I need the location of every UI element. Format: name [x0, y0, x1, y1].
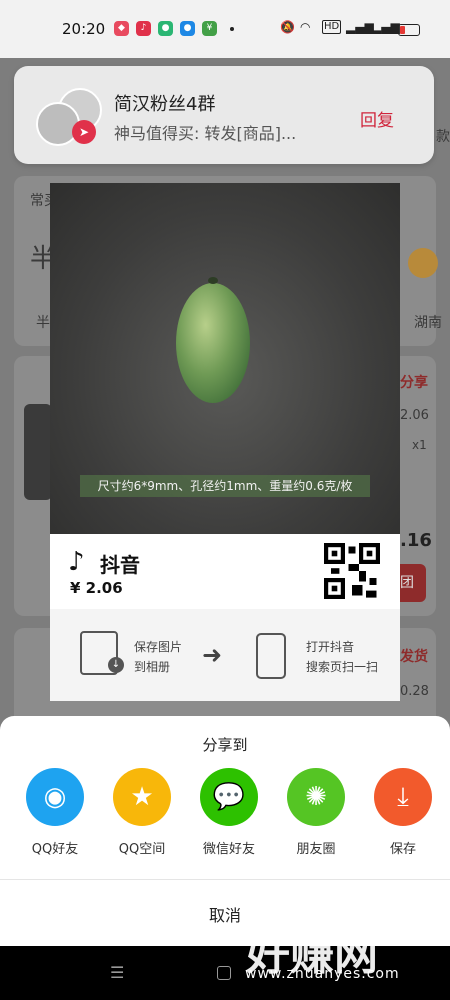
share-qzone[interactable]: ★ QQ空间: [102, 768, 182, 857]
brand-name: 抖音: [100, 553, 140, 577]
bg-price-1: 2.06: [400, 408, 429, 423]
qr-code-icon: [324, 543, 380, 599]
wifi-icon: ◠: [300, 20, 311, 34]
bg-tab-right: 湖南: [414, 315, 442, 331]
more-notifications-dot: [230, 27, 234, 31]
bg-product-thumb: [24, 404, 52, 500]
share-qq-friend[interactable]: ◉ QQ好友: [15, 768, 95, 857]
bg-total-1: .16: [400, 530, 432, 551]
wechat-icon: 💬: [200, 768, 258, 826]
shop-app-icon: ¥: [202, 21, 217, 36]
bg-group-button: 团: [400, 564, 426, 602]
share-label: 朋友圈: [296, 842, 336, 857]
hd-label: HD: [322, 20, 342, 34]
signal-icon-2: ▂▄▆: [372, 20, 400, 34]
send-icon: ➤: [72, 120, 96, 144]
share-label: QQ空间: [118, 842, 166, 857]
tiktok-logo-icon: ♪: [68, 547, 85, 577]
battery-icon: [398, 24, 420, 36]
status-time: 20:20: [62, 20, 106, 38]
share-sheet-title: 分享到: [202, 736, 248, 754]
jade-bead-image: [176, 283, 250, 403]
phone-scan-icon: [256, 633, 286, 679]
moments-shutter-icon: ✺: [287, 768, 345, 826]
qq-icon: ◉: [26, 768, 84, 826]
signal-icon: ▂▄▆: [346, 20, 374, 34]
reply-button[interactable]: 回复: [360, 106, 394, 131]
bg-ship-label: 发货: [400, 649, 428, 665]
notification-title: 简汉粉丝4群: [114, 94, 216, 115]
notification-banner[interactable]: ➤ 简汉粉丝4群 神马值得买: 转发[商品]... 回复: [14, 66, 434, 164]
notification-app-icon: ◆: [114, 21, 129, 36]
bg-shop-logo: [408, 248, 438, 278]
chat-app-icon: ●: [158, 21, 173, 36]
qzone-star-icon: ★: [113, 768, 171, 826]
bg-qty-1: x1: [412, 438, 427, 452]
menu-icon[interactable]: ☰: [110, 963, 124, 982]
product-caption: 尺寸约6*9mm、孔径约1mm、重量约0.6克/枚: [80, 475, 370, 497]
download-small-icon: ↓: [108, 657, 124, 673]
mute-icon: 🔕: [280, 20, 295, 34]
watermark-url: www.zhuanyes.com: [245, 966, 400, 982]
bg-share-label: 分享: [400, 375, 428, 391]
home-icon[interactable]: [217, 966, 231, 980]
divider: [0, 879, 450, 880]
share-label: QQ好友: [31, 842, 79, 857]
music-app-icon: ♪: [136, 21, 151, 36]
cancel-button[interactable]: 取消: [0, 902, 450, 926]
bead-hole: [208, 277, 218, 284]
poster-price: ¥ 2.06: [70, 579, 123, 597]
scan-instruction: 打开抖音 搜索页扫一扫: [306, 640, 379, 674]
share-save[interactable]: ⤓ 保存: [363, 768, 443, 857]
share-label: 保存: [389, 842, 416, 857]
notification-body: 神马值得买: 转发[商品]...: [114, 124, 297, 143]
product-photo: 尺寸约6*9mm、孔径约1mm、重量约0.6克/枚: [50, 183, 400, 534]
bg-tab-left: 半: [36, 315, 50, 331]
bg-right-peek: 款: [436, 129, 450, 145]
download-icon: ⤓: [374, 768, 432, 826]
share-wechat-friend[interactable]: 💬 微信好友: [189, 768, 269, 857]
share-label: 微信好友: [202, 842, 255, 857]
share-moments[interactable]: ✺ 朋友圈: [276, 768, 356, 857]
bg-price-2: 0.28: [400, 684, 429, 699]
share-sheet: 分享到 ◉ QQ好友 ★ QQ空间 💬 微信好友 ✺ 朋友圈 ⤓ 保存 取消: [0, 716, 450, 946]
save-instruction: 保存图片 到相册: [134, 640, 183, 674]
arrow-right-icon: ➜: [202, 641, 223, 669]
share-poster: 尺寸约6*9mm、孔径约1mm、重量约0.6克/枚 ♪ 抖音 ¥ 2.06 ↓ …: [50, 183, 400, 701]
browser-app-icon: ●: [180, 21, 195, 36]
